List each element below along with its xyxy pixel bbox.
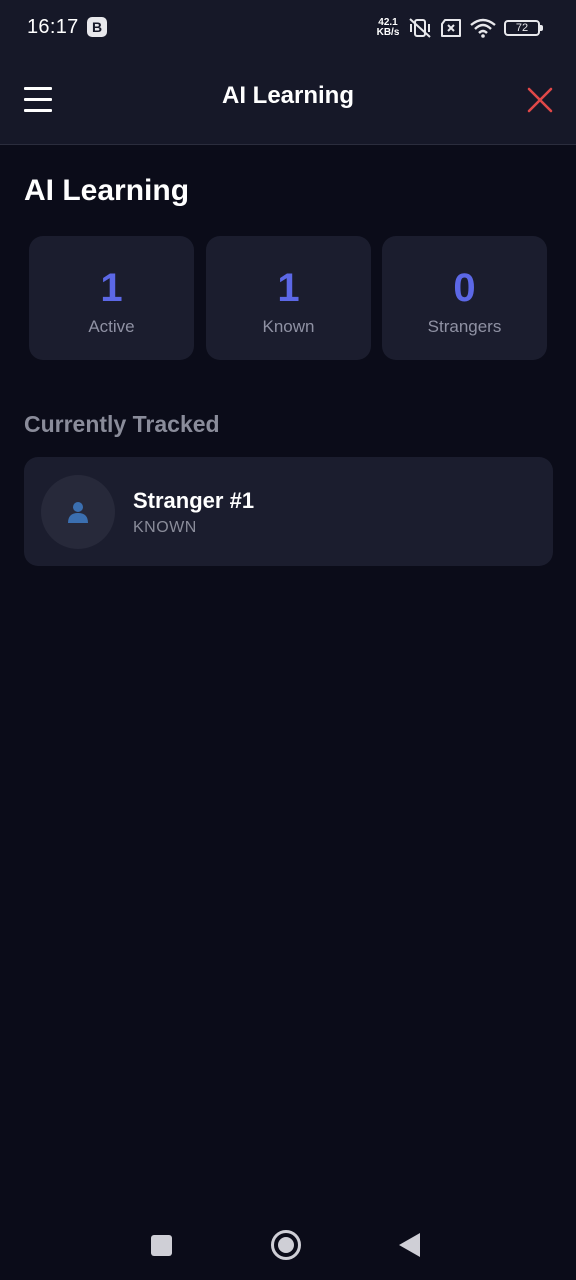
vibrate-off-icon — [409, 18, 431, 38]
wifi-icon — [470, 18, 496, 38]
back-triangle-icon[interactable] — [399, 1233, 420, 1257]
stats-row: 1 Active 1 Known 0 Strangers — [29, 236, 547, 360]
page-title: AI Learning — [24, 174, 190, 207]
app-bar: AI Learning — [0, 56, 576, 145]
tracked-item-status: KNOWN — [133, 519, 197, 536]
tracked-item-name: Stranger #1 — [133, 488, 255, 513]
status-icons: 42.1 KB/s 72 — [376, 16, 543, 40]
stat-value: 1 — [277, 266, 300, 310]
stat-value: 1 — [100, 266, 123, 310]
home-circle-icon[interactable] — [271, 1230, 301, 1260]
stat-label: Known — [262, 317, 315, 336]
stat-card-active: 1 Active — [29, 236, 194, 360]
recents-square-icon[interactable] — [151, 1235, 172, 1256]
tracked-list-item[interactable]: Stranger #1 KNOWN — [24, 457, 553, 566]
battery-icon: 72 — [504, 20, 543, 36]
stat-label: Strangers — [427, 317, 502, 336]
status-bar: 16:17 B 42.1 KB/s 72 — [0, 0, 576, 56]
stat-card-known: 1 Known — [206, 236, 371, 360]
avatar — [41, 475, 115, 549]
stat-card-strangers: 0 Strangers — [382, 236, 547, 360]
status-time: 16:17 — [27, 16, 79, 38]
stat-value: 0 — [453, 266, 476, 310]
sim-error-icon — [441, 19, 461, 37]
section-title-currently-tracked: Currently Tracked — [24, 411, 220, 437]
close-icon[interactable] — [526, 86, 554, 114]
app-bar-title: AI Learning — [221, 82, 354, 109]
system-nav-bar — [0, 1210, 576, 1280]
stat-label: Active — [88, 317, 135, 336]
net-speed: 42.1 KB/s — [376, 17, 400, 38]
person-icon — [68, 502, 88, 523]
app-badge-icon: B — [87, 17, 107, 37]
